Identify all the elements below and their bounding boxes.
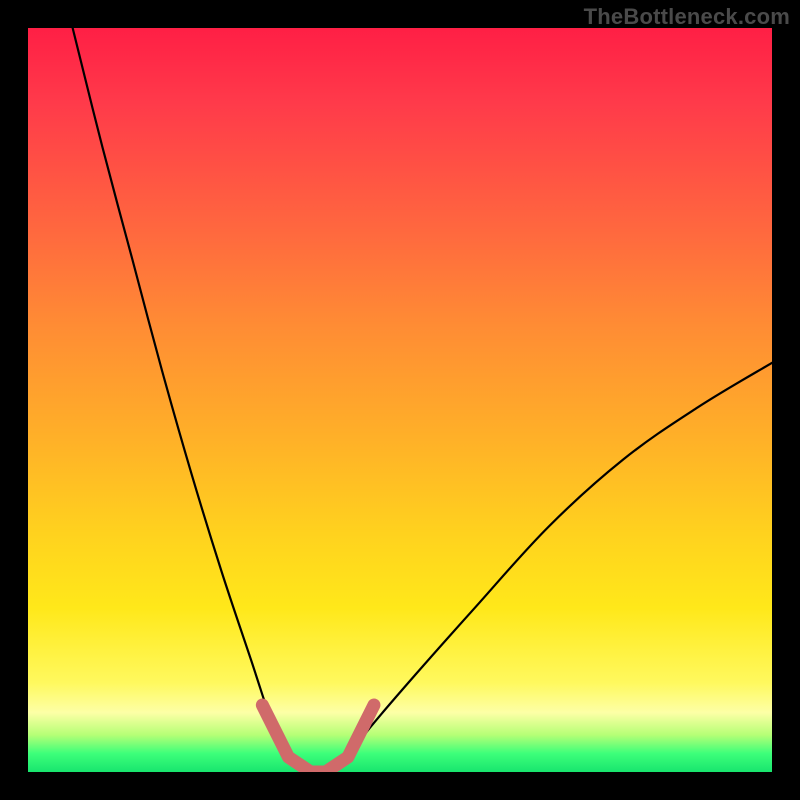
plot-area — [28, 28, 772, 772]
chart-frame: TheBottleneck.com — [0, 0, 800, 800]
bottleneck-curve — [73, 28, 772, 772]
curve-layer — [28, 28, 772, 772]
optimal-marker — [262, 705, 374, 772]
watermark-text: TheBottleneck.com — [584, 4, 790, 30]
